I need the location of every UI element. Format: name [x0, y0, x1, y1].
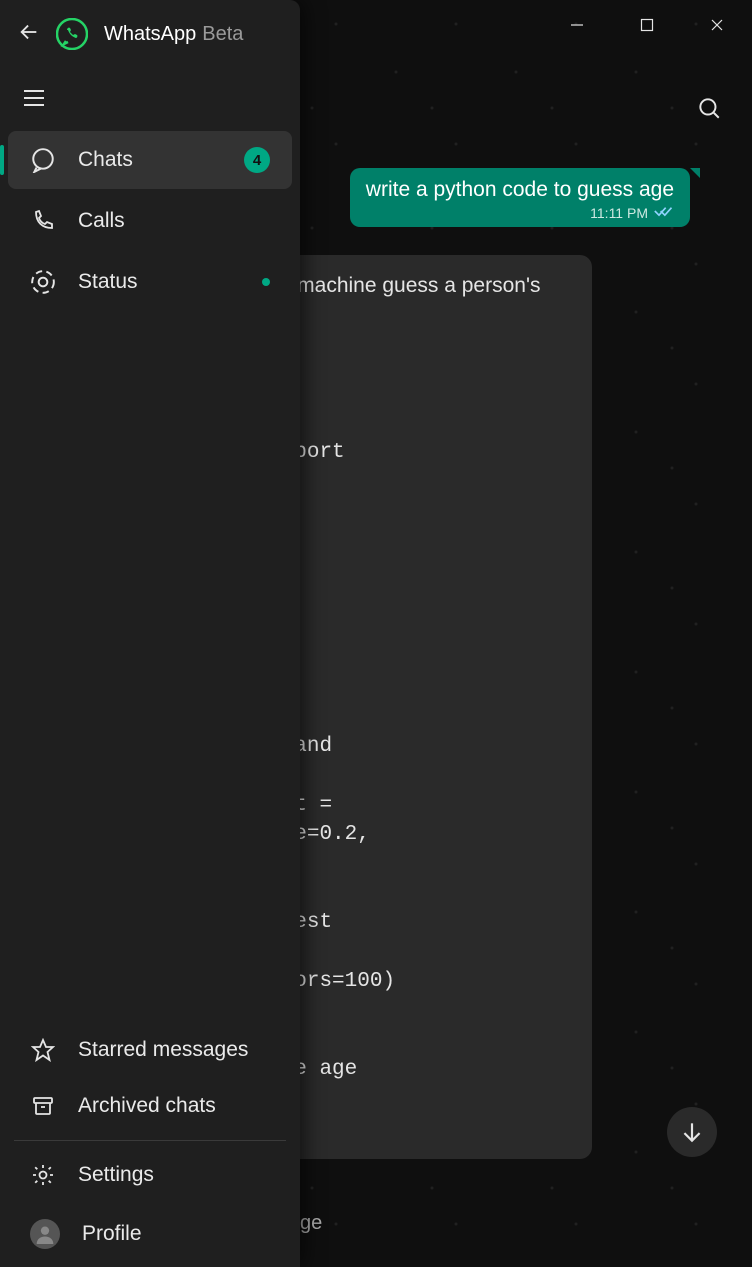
- sidebar-item-label: Settings: [78, 1163, 154, 1187]
- search-button[interactable]: [696, 95, 722, 126]
- sidebar-item-label: Calls: [78, 209, 125, 233]
- status-icon: [30, 269, 56, 295]
- outgoing-time: 11:11 PM: [590, 205, 648, 221]
- outgoing-text: write a python code to guess age: [366, 178, 674, 202]
- read-ticks-icon: [654, 204, 674, 221]
- minimize-button[interactable]: [542, 0, 612, 50]
- app-edition: Beta: [202, 23, 243, 46]
- sidebar-item-status[interactable]: Status: [8, 253, 292, 311]
- whatsapp-logo-icon: [56, 18, 88, 50]
- sidebar-drawer: WhatsApp Beta Chats 4 Calls Status: [0, 0, 300, 1267]
- sidebar-item-label: Status: [78, 270, 138, 294]
- window-controls: [542, 0, 752, 50]
- sidebar-item-archived[interactable]: Archived chats: [8, 1080, 292, 1132]
- avatar: [30, 1219, 60, 1249]
- divider: [14, 1140, 286, 1141]
- sidebar-item-label: Chats: [78, 148, 133, 172]
- message-input[interactable]: ge: [300, 1199, 732, 1247]
- maximize-button[interactable]: [612, 0, 682, 50]
- sidebar-item-starred[interactable]: Starred messages: [8, 1024, 292, 1076]
- sidebar-item-settings[interactable]: Settings: [8, 1149, 292, 1201]
- back-button[interactable]: [18, 21, 40, 48]
- outgoing-message[interactable]: write a python code to guess age 11:11 P…: [350, 168, 690, 227]
- unread-badge: 4: [244, 147, 270, 173]
- scroll-to-bottom-button[interactable]: [667, 1107, 717, 1157]
- sidebar-item-chats[interactable]: Chats 4: [8, 131, 292, 189]
- close-button[interactable]: [682, 0, 752, 50]
- sidebar-item-calls[interactable]: Calls: [8, 193, 292, 249]
- phone-icon: [30, 209, 56, 233]
- message-input-text: ge: [300, 1212, 322, 1235]
- sidebar-item-profile[interactable]: Profile: [8, 1205, 292, 1263]
- chat-icon: [30, 147, 56, 173]
- gear-icon: [30, 1163, 56, 1187]
- star-icon: [30, 1038, 56, 1062]
- archive-icon: [30, 1094, 56, 1118]
- sidebar-item-label: Profile: [82, 1222, 142, 1246]
- menu-toggle-button[interactable]: [0, 68, 300, 127]
- sidebar-item-label: Archived chats: [78, 1094, 216, 1118]
- status-indicator-dot: [262, 278, 270, 286]
- app-name: WhatsApp: [104, 23, 196, 46]
- sidebar-item-label: Starred messages: [78, 1038, 248, 1062]
